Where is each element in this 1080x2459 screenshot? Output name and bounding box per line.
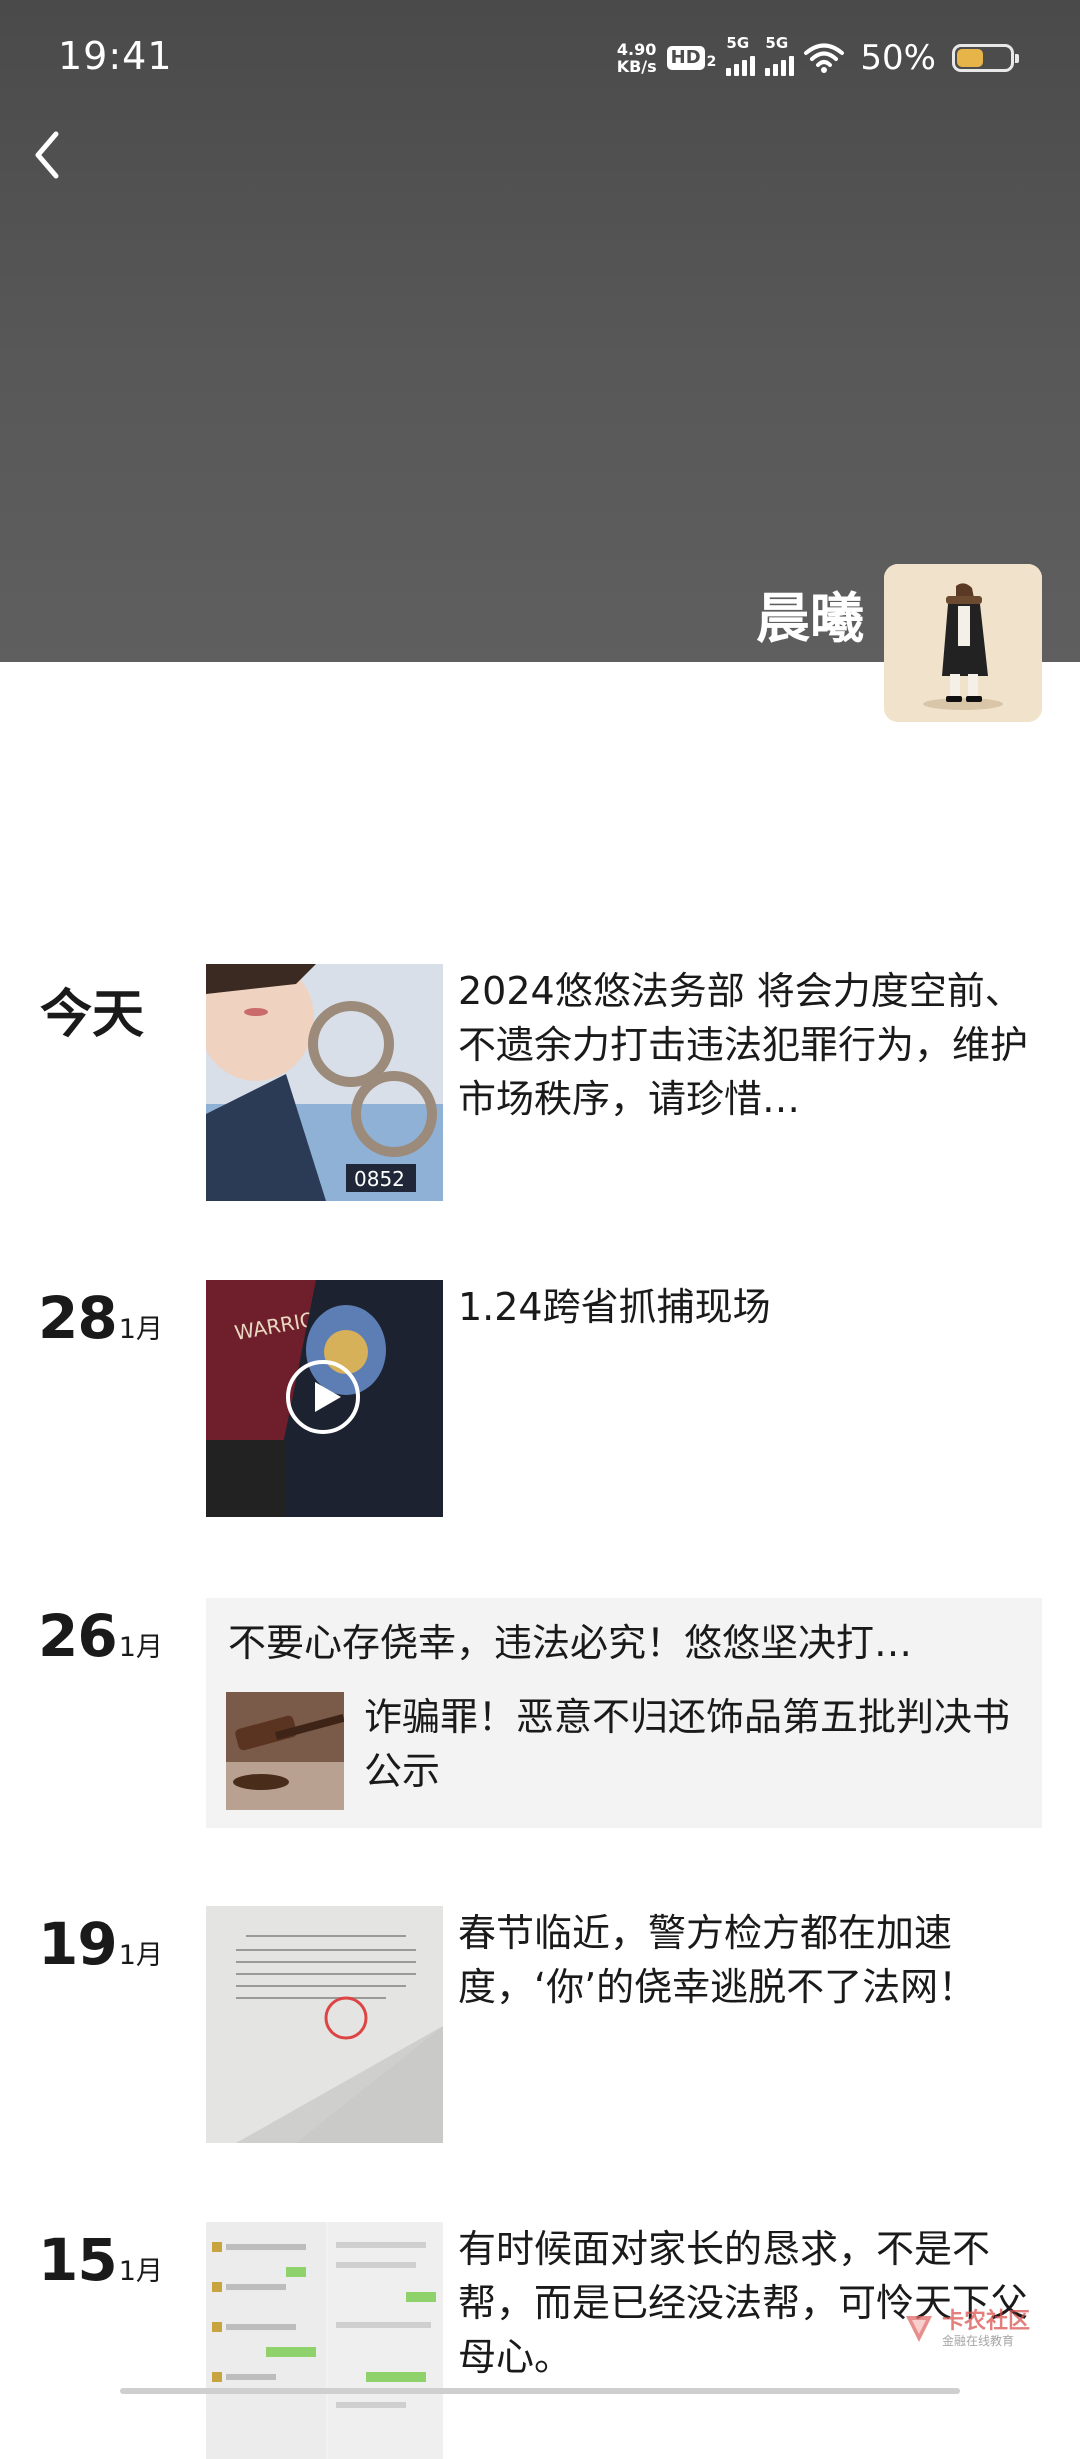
signal-label: 5G xyxy=(765,34,789,52)
chat-screenshot xyxy=(206,2222,443,2459)
post-date-month: 1月 xyxy=(118,1314,163,1345)
gavel-image xyxy=(226,1692,344,1810)
share-description: 诈骗罪！恶意不归还饰品第五批判决书公示 xyxy=(364,1695,1011,1793)
wifi-icon xyxy=(804,43,845,73)
hd-badge: HD xyxy=(666,46,705,70)
status-icons: 4.90 KB/s HD 2 5G 5G 50% xyxy=(617,34,1019,82)
battery-level xyxy=(957,49,983,67)
watermark-subtext: 金融在线教育 xyxy=(942,2334,1015,2348)
post-date: 今天 xyxy=(40,985,145,1045)
post-text[interactable]: 春节临近，警方检方都在加速度，‘你’的侥幸逃脱不了法网！ xyxy=(458,1906,1038,2014)
share-title: 不要心存侥幸，违法必究！悠悠坚决打… xyxy=(228,1621,913,1665)
post-date-day: 15 xyxy=(38,2226,118,2294)
post-date-month: 1月 xyxy=(118,2256,163,2287)
post-date-month: 1月 xyxy=(118,1632,163,1663)
document-photo xyxy=(206,1906,443,2143)
signal-icon: 5G xyxy=(726,34,756,76)
back-button[interactable] xyxy=(26,122,72,188)
post-text[interactable]: 2024悠悠法务部 将会力度空前、不遗余力打击违法犯罪行为，维护市场秩序，请珍惜… xyxy=(458,964,1038,1126)
share-thumbnail xyxy=(226,1692,344,1810)
status-time: 19:41 xyxy=(58,34,173,78)
post-date-day: 26 xyxy=(38,1602,118,1670)
battery-icon xyxy=(952,44,1019,72)
signal-label: 5G xyxy=(726,34,750,52)
shared-article-card[interactable]: 不要心存侥幸，违法必究！悠悠坚决打… 诈骗罪！恶意不归还饰品第五批判决书公示 xyxy=(206,1598,1042,1828)
post-image[interactable] xyxy=(206,2222,443,2459)
post-date: 28 1月 xyxy=(38,1284,163,1352)
chevron-left-icon xyxy=(35,131,59,179)
signal-icon: 5G xyxy=(765,34,795,76)
watermark: 卡农社区 金融在线教育 xyxy=(902,2310,1030,2348)
watermark-text: 卡农社区 xyxy=(942,2309,1031,2334)
svg-text:0852: 0852 xyxy=(354,1167,405,1191)
watermark-logo xyxy=(906,2316,932,2342)
post-photo: 0852 xyxy=(206,964,443,1201)
post-date-month: 1月 xyxy=(118,1940,163,1971)
play-icon[interactable] xyxy=(286,1360,360,1434)
network-speed-value: 4.90 xyxy=(616,40,657,59)
post-image[interactable]: 0852 xyxy=(206,964,443,1201)
network-speed-unit: KB/s xyxy=(616,57,657,76)
profile-name[interactable]: 晨曦 xyxy=(756,574,864,653)
avatar-image xyxy=(884,564,1042,722)
post-date: 19 1月 xyxy=(38,1910,163,1978)
post-date-day: 28 xyxy=(38,1284,118,1352)
post-date: 26 1月 xyxy=(38,1602,163,1670)
status-bar: 19:41 4.90 KB/s HD 2 5G 5G 50% xyxy=(0,0,1080,118)
post-video[interactable]: WARRIOR STAR xyxy=(206,1280,443,1517)
home-indicator[interactable] xyxy=(120,2388,960,2394)
post-text[interactable]: 有时候面对家长的恳求，不是不帮，而是已经没法帮，可怜天下父母心。 xyxy=(458,2222,1038,2384)
post-image[interactable] xyxy=(206,1906,443,2143)
post-date-day: 19 xyxy=(38,1910,118,1978)
post-text[interactable]: 1.24跨省抓捕现场 xyxy=(458,1280,1038,1334)
hd-sub: 2 xyxy=(706,54,717,70)
hd-icon: HD 2 xyxy=(666,46,717,70)
post-date: 15 1月 xyxy=(38,2226,163,2294)
avatar[interactable] xyxy=(884,564,1042,722)
network-speed: 4.90 KB/s xyxy=(617,41,657,75)
battery-percent: 50% xyxy=(860,38,936,78)
